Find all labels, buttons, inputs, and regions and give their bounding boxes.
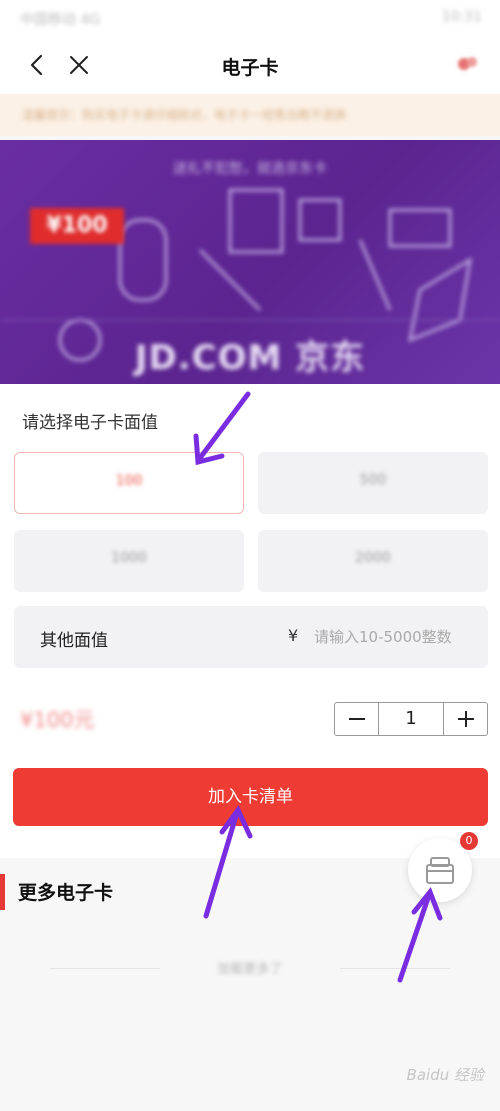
denomination-label: 请选择电子卡面值 <box>22 413 158 433</box>
banner-brand: JD.COM 京东 <box>134 338 366 378</box>
denomination-option-100[interactable]: 100 <box>14 452 244 514</box>
loading-text: 加载更多了 <box>217 962 283 977</box>
currency-symbol: ¥ <box>288 626 299 645</box>
add-to-card-list-button[interactable]: 加入卡清单 <box>13 768 488 826</box>
denomination-option-1000[interactable]: 1000 <box>14 530 244 592</box>
status-bar: 中国移动 4G 10:31 <box>0 0 500 36</box>
banner-slogan: 送礼不犯愁，就选京东卡 <box>173 161 327 177</box>
other-denomination-input[interactable] <box>314 620 482 654</box>
card-banner: 送礼不犯愁，就选京东卡 ¥100 JD.COM 京东 <box>0 140 500 384</box>
other-denomination-row: 其他面值 ¥ <box>14 606 488 668</box>
card-list-count-badge: 0 <box>460 832 478 850</box>
denomination-option-label: 500 <box>359 472 387 488</box>
banner-badge: ¥100 <box>30 208 124 244</box>
quantity-value[interactable]: 1 <box>379 708 443 729</box>
notice-text: 温馨提示：购买电子卡请仔细核对，电子卡一经售出概不退换 <box>22 108 347 122</box>
clock-text: 10:31 <box>441 9 482 25</box>
quantity-stepper: 1 <box>334 702 488 736</box>
other-denomination-label: 其他面值 <box>40 631 108 651</box>
denomination-option-500[interactable]: 500 <box>258 452 488 514</box>
decrease-quantity-button[interactable] <box>335 703 379 735</box>
baidu-watermark: Baidu 经验 <box>406 1066 484 1084</box>
page-title: 电子卡 <box>221 57 279 79</box>
nav-bar: 电子卡 <box>0 36 500 94</box>
cart-icon[interactable] <box>454 50 482 78</box>
purchase-panel: 请选择电子卡面值 100 500 1000 2000 其他面值 ¥ ¥100元 … <box>0 384 500 858</box>
denomination-option-label: 1000 <box>111 550 147 566</box>
carrier-text: 中国移动 4G <box>20 12 101 28</box>
notice-bar: 温馨提示：购买电子卡请仔细核对，电子卡一经售出概不退换 <box>0 94 500 136</box>
plus-icon <box>458 711 474 727</box>
section-accent-bar <box>0 874 5 910</box>
increase-quantity-button[interactable] <box>443 703 487 735</box>
denomination-option-label: 2000 <box>355 550 391 566</box>
denomination-option-label: 100 <box>115 473 143 489</box>
denomination-option-2000[interactable]: 2000 <box>258 530 488 592</box>
minus-icon <box>349 718 365 720</box>
more-cards-title: 更多电子卡 <box>18 882 114 904</box>
total-price: ¥100元 <box>20 708 95 732</box>
